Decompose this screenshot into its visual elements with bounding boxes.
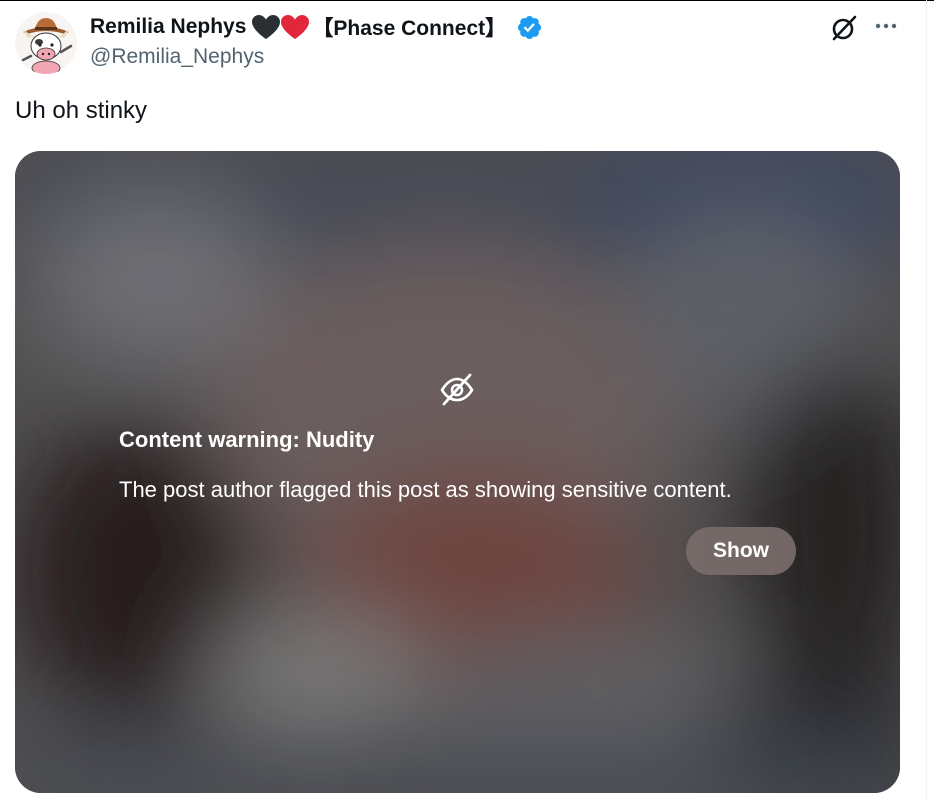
right-divider (926, 0, 927, 800)
cow-avatar-icon (15, 12, 77, 74)
show-button[interactable]: Show (686, 527, 796, 575)
author-row: Remilia Nephys 【Phase Connect】 (90, 10, 543, 44)
author-handle[interactable]: @Remilia_Nephys (90, 45, 264, 69)
blurred-image (15, 151, 900, 793)
more-options-icon[interactable] (870, 12, 902, 44)
grok-icon[interactable] (828, 12, 860, 44)
black-heart-icon (251, 14, 281, 40)
eye-slash-icon (437, 369, 477, 409)
post-text: Uh oh stinky (15, 97, 148, 124)
author-display-name[interactable]: Remilia Nephys (90, 15, 246, 39)
verified-badge-icon[interactable] (516, 14, 543, 41)
author-affiliation: 【Phase Connect】 (312, 17, 507, 40)
avatar[interactable] (15, 12, 77, 74)
sensitive-media[interactable]: Content warning: Nudity The post author … (15, 151, 900, 793)
content-warning-description: The post author flagged this post as sho… (119, 477, 732, 502)
content-warning-title: Content warning: Nudity (119, 427, 375, 452)
red-heart-icon (280, 14, 310, 40)
post-view: Remilia Nephys 【Phase Connect】 @Remilia_… (0, 0, 934, 800)
top-divider (0, 0, 934, 1)
